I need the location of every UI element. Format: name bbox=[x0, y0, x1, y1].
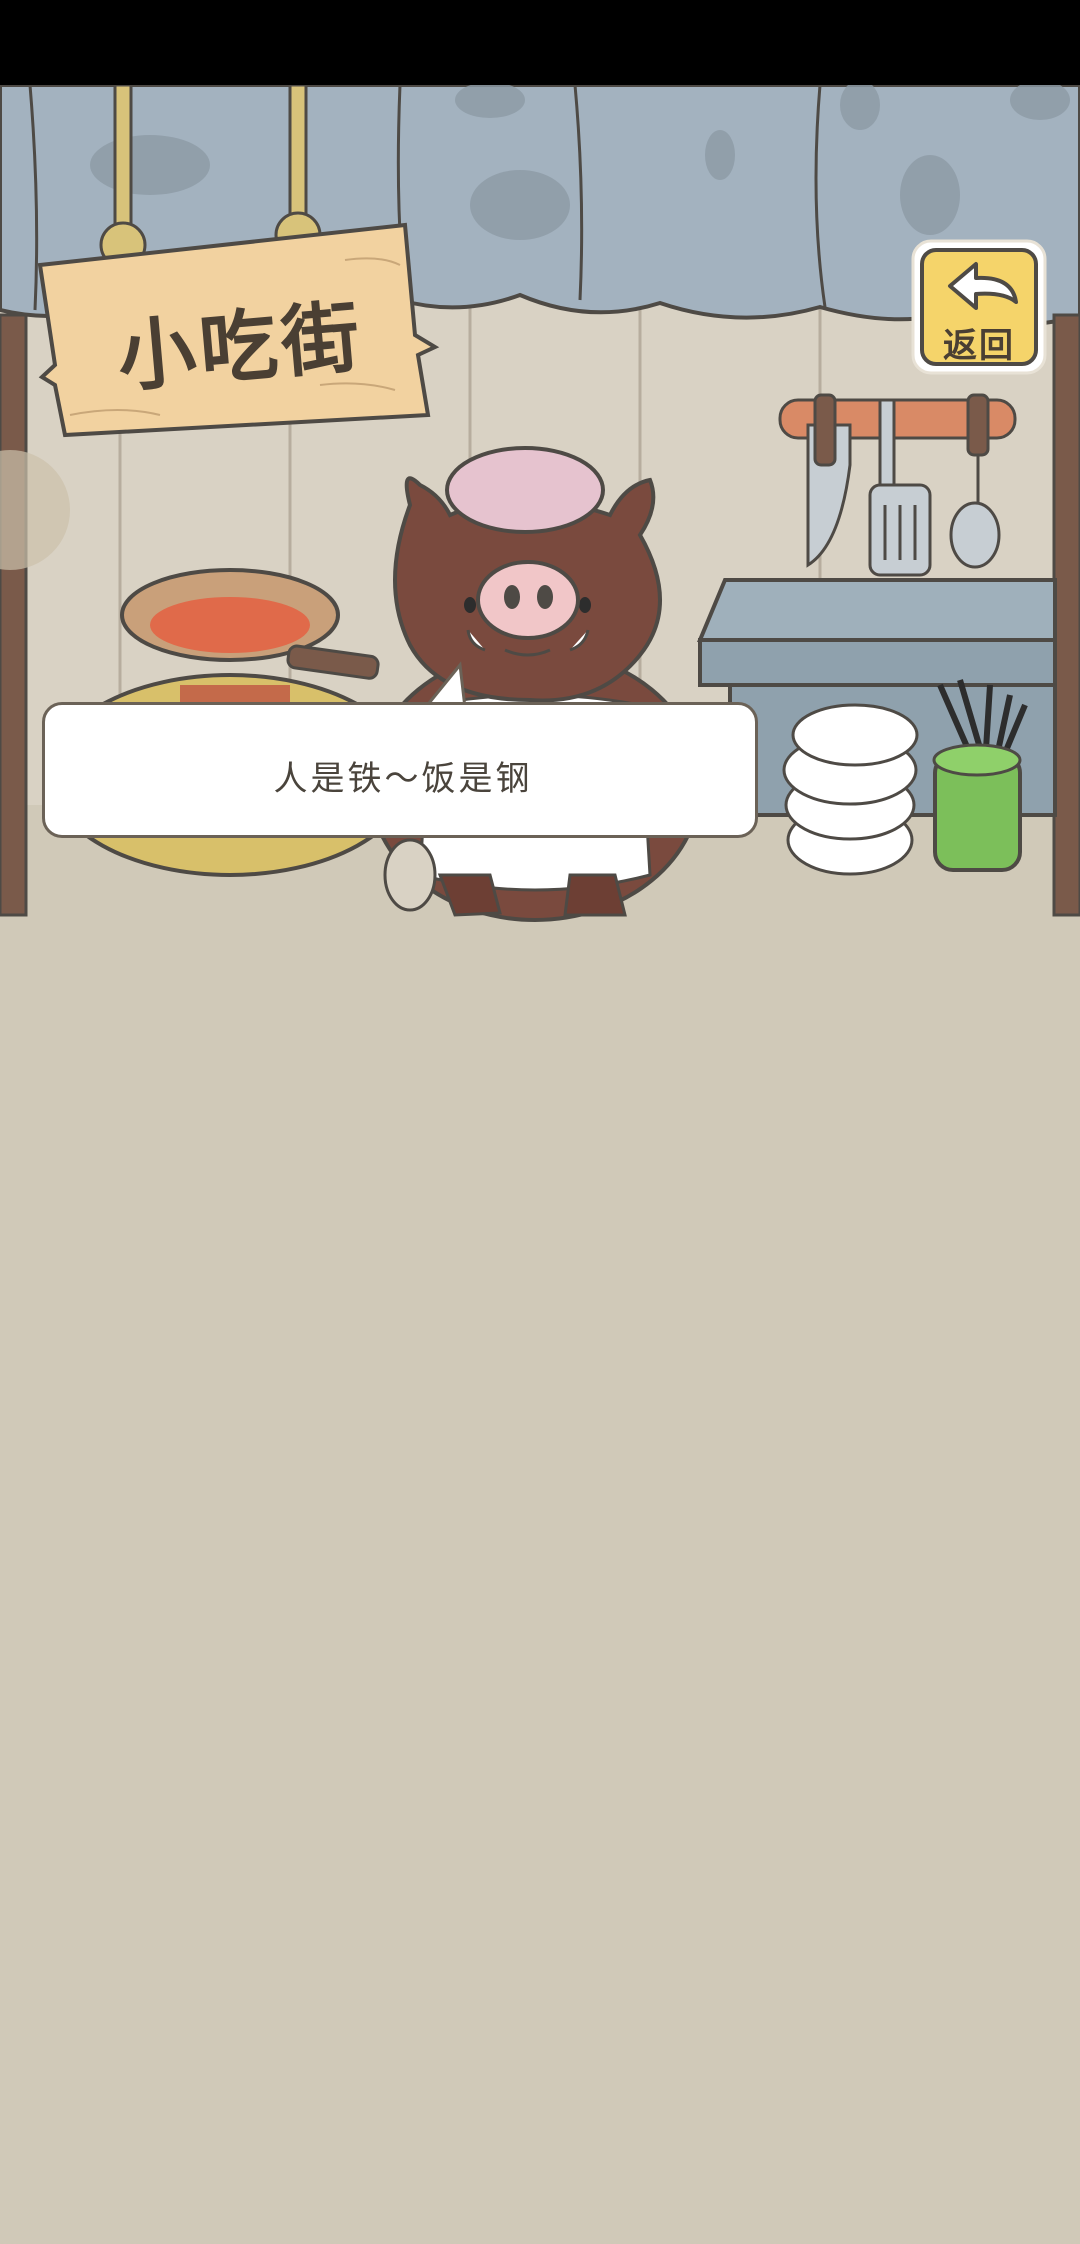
dialogue-text: 人是铁～饭是钢 bbox=[273, 759, 533, 799]
back-button[interactable]: 返回 bbox=[910, 238, 1048, 376]
status-bar bbox=[0, 0, 1080, 85]
back-button-label: 返回 bbox=[943, 326, 1015, 366]
speech-bubble[interactable]: 人是铁～饭是钢 bbox=[42, 702, 758, 838]
ground-area bbox=[0, 930, 1080, 2244]
